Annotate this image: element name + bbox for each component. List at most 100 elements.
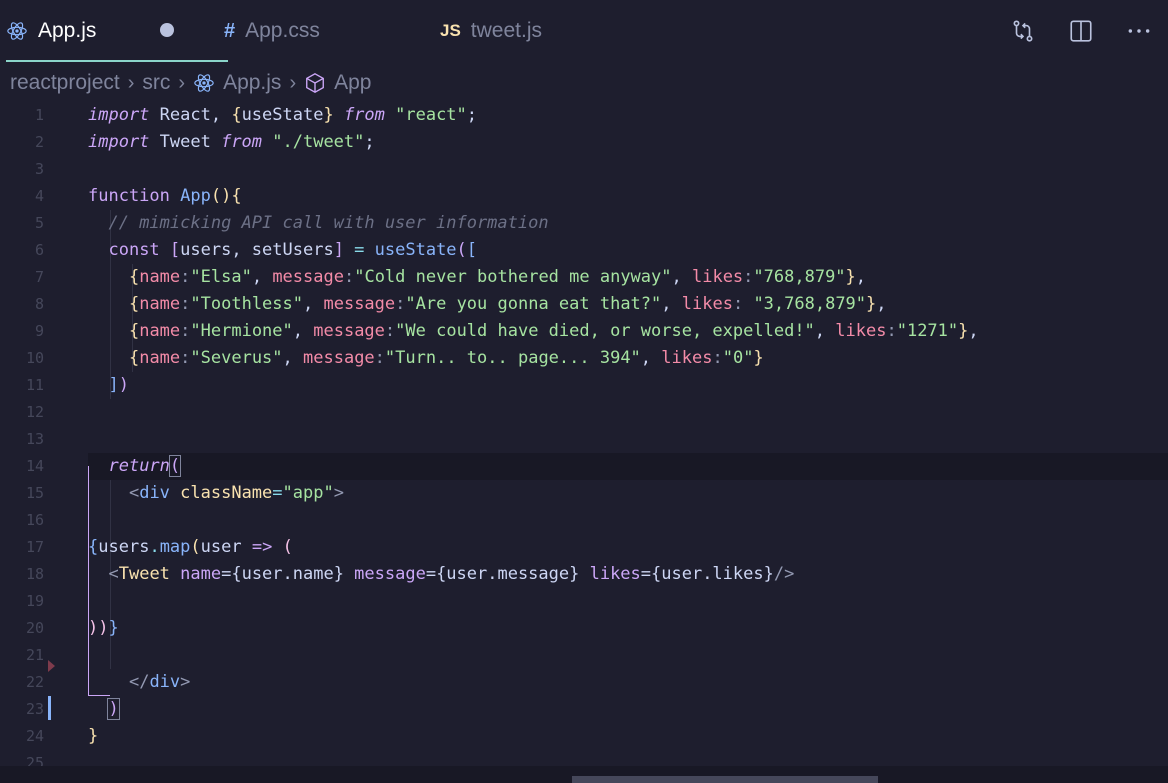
code-line: const [users, setUsers] = useState([ <box>88 237 1168 264</box>
token: name <box>169 564 222 584</box>
line-number-gutter: 1 2 3 4 5 6 7 8 9 10 11 12 13 14 15 16 1… <box>0 102 44 766</box>
token: } <box>845 267 856 287</box>
code-line: import Tweet from "./tweet"; <box>88 129 1168 156</box>
token: () <box>210 186 232 206</box>
tab-label: tweet.js <box>470 19 542 42</box>
code-line: <Tweet name={user.name} message={user.me… <box>88 561 1168 588</box>
token: "./tweet" <box>272 132 365 152</box>
token: : <box>395 294 406 314</box>
token: return <box>108 456 170 476</box>
token: React, <box>149 105 232 125</box>
token: className <box>169 483 273 503</box>
line-number: 7 <box>34 268 44 286</box>
token: likes <box>691 267 744 287</box>
code-line: {users.map(user => ( <box>88 534 1168 561</box>
unsaved-dot-icon[interactable] <box>160 23 174 37</box>
token: , <box>303 294 324 314</box>
token: div <box>149 672 181 692</box>
line-number: 16 <box>25 511 44 529</box>
more-actions-button[interactable] <box>1110 0 1168 62</box>
token: "app" <box>282 483 334 503</box>
token: message <box>272 267 344 287</box>
cube-symbol-icon <box>304 72 326 94</box>
line-number: 5 <box>34 214 44 232</box>
token: < <box>128 483 140 503</box>
token: : <box>343 267 355 287</box>
token: name <box>139 294 181 314</box>
token: App <box>169 186 211 206</box>
token: "Hermione" <box>190 321 293 341</box>
breadcrumb-item-app-js[interactable]: App.js <box>223 71 281 95</box>
token: > <box>333 483 344 503</box>
token: likes <box>681 294 733 314</box>
token: = <box>343 240 375 260</box>
token: , <box>292 321 314 341</box>
token: "0" <box>722 348 754 368</box>
code-lines[interactable]: import React, {useState} from "react"; i… <box>88 102 1168 766</box>
token: : <box>180 321 191 341</box>
react-icon <box>193 72 215 94</box>
code-line: return( <box>88 453 1168 480</box>
token: from <box>333 105 396 125</box>
token: ( <box>168 455 182 477</box>
token: : <box>712 348 723 368</box>
horizontal-scrollbar[interactable] <box>572 776 878 783</box>
breadcrumb-item-src[interactable]: src <box>142 71 170 95</box>
code-line: </div> <box>88 669 1168 696</box>
token: { <box>128 321 140 341</box>
token: => <box>251 537 273 557</box>
ellipsis-icon <box>1128 29 1150 33</box>
token: "react" <box>395 105 467 125</box>
token: } <box>866 294 877 314</box>
breadcrumb-item-reactproject[interactable]: reactproject <box>10 71 120 95</box>
code-line: {name:"Severus", message:"Turn.. to.. pa… <box>88 345 1168 372</box>
token: : <box>180 294 191 314</box>
code-line: ) <box>88 696 1168 723</box>
token: ] <box>333 240 344 260</box>
line-number: 1 <box>34 106 44 124</box>
line-number: 15 <box>25 484 44 502</box>
line-number: 2 <box>34 133 44 151</box>
token: : <box>886 321 897 341</box>
token: name <box>139 321 181 341</box>
line-number: 24 <box>25 727 44 745</box>
token: users <box>98 537 150 557</box>
token: : <box>180 348 191 368</box>
token: } <box>88 726 99 746</box>
line-number: 6 <box>34 241 44 259</box>
token: : <box>743 267 754 287</box>
code-editor[interactable]: 1 2 3 4 5 6 7 8 9 10 11 12 13 14 15 16 1… <box>0 102 1168 766</box>
line-number: 3 <box>34 160 44 178</box>
line-number: 23 <box>25 700 44 718</box>
token: "Turn.. to.. page... 394" <box>384 348 641 368</box>
token: // mimicking API call with user informat… <box>108 213 549 233</box>
code-line: ]) <box>88 372 1168 399</box>
line-number: 21 <box>25 646 44 664</box>
line-number: 11 <box>25 376 44 394</box>
token: ; <box>364 132 375 152</box>
token: const <box>108 240 160 260</box>
breadcrumb-item-app[interactable]: App <box>334 71 371 95</box>
token: { <box>231 105 242 125</box>
line-number: 10 <box>25 349 44 367</box>
code-line: function App(){ <box>88 183 1168 210</box>
token: div <box>139 483 170 503</box>
split-editor-button[interactable] <box>1052 0 1110 62</box>
tab-app-css[interactable]: # App.css <box>224 0 320 62</box>
line-number: 22 <box>25 673 44 691</box>
token: : <box>374 348 385 368</box>
hash-icon: # <box>224 19 236 42</box>
tab-tweet-js[interactable]: JS tweet.js <box>440 0 542 62</box>
line-number: 14 <box>25 457 44 475</box>
token: [ <box>159 240 181 260</box>
active-tab-indicator <box>6 60 228 62</box>
token: { <box>128 294 140 314</box>
fold-arrow-icon[interactable] <box>48 660 55 672</box>
line-number: 13 <box>25 430 44 448</box>
token: ={user.message} <box>425 564 580 584</box>
tab-app-js[interactable]: App.js <box>6 0 228 62</box>
compare-changes-button[interactable] <box>994 0 1052 62</box>
code-line: ))} <box>88 615 1168 642</box>
